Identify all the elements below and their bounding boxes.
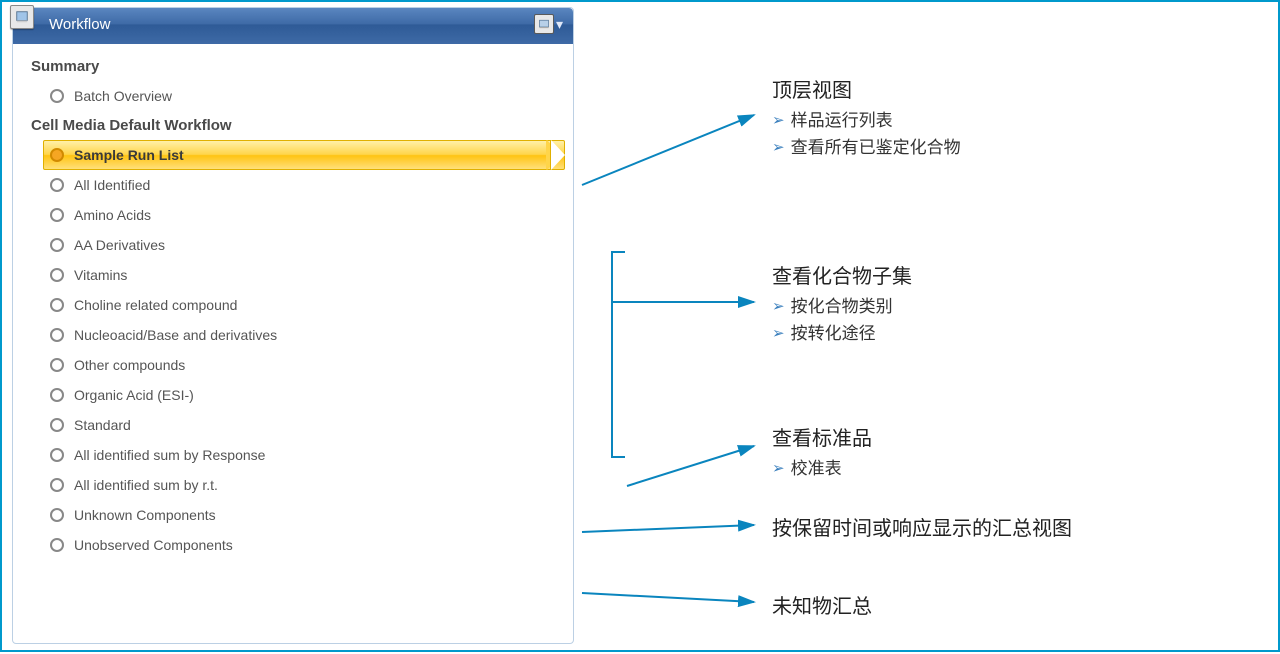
- workflow-item[interactable]: All Identified: [43, 170, 565, 200]
- workflow-item-label: All identified sum by Response: [74, 447, 265, 463]
- annotation-block: 按保留时间或响应显示的汇总视图: [772, 512, 1072, 545]
- workflow-title: Workflow: [49, 16, 110, 33]
- workflow-item-label: Unobserved Components: [74, 537, 233, 553]
- annotation-block: 未知物汇总: [772, 590, 872, 623]
- workflow-item-label: Standard: [74, 417, 131, 433]
- workflow-options-icon[interactable]: [534, 14, 554, 34]
- selected-chevron-icon: [551, 140, 565, 170]
- workflow-item-label: Choline related compound: [74, 297, 237, 313]
- radio-icon: [50, 358, 64, 372]
- dropdown-arrow-icon[interactable]: ▾: [556, 16, 563, 33]
- workflow-item[interactable]: Amino Acids: [43, 200, 565, 230]
- radio-icon: [50, 418, 64, 432]
- workflow-item[interactable]: Batch Overview: [43, 81, 565, 111]
- workflow-item-label: All Identified: [74, 177, 150, 193]
- radio-icon: [50, 388, 64, 402]
- radio-icon: [50, 268, 64, 282]
- annotation-bullet: 样品运行列表: [772, 107, 961, 134]
- radio-icon: [50, 298, 64, 312]
- annotation-bullet: 按转化途径: [772, 320, 912, 347]
- radio-icon: [50, 148, 64, 162]
- workflow-item-label: Nucleoacid/Base and derivatives: [74, 327, 277, 343]
- workflow-item-label: Vitamins: [74, 267, 127, 283]
- workflow-item[interactable]: AA Derivatives: [43, 230, 565, 260]
- radio-icon: [50, 89, 64, 103]
- annotation-block: 查看化合物子集按化合物类别按转化途径: [772, 260, 912, 347]
- radio-icon: [50, 508, 64, 522]
- workflow-item[interactable]: Sample Run List: [43, 140, 565, 170]
- radio-icon: [50, 208, 64, 222]
- workflow-titlebar: Workflow ▾: [13, 8, 573, 44]
- radio-icon: [50, 238, 64, 252]
- radio-icon: [50, 178, 64, 192]
- annotation-title: 查看标准品: [772, 422, 872, 451]
- annotation-title: 按保留时间或响应显示的汇总视图: [772, 512, 1072, 541]
- workflow-item-label: Sample Run List: [74, 147, 184, 163]
- workflow-item-label: All identified sum by r.t.: [74, 477, 218, 493]
- annotation-bullet: 校准表: [772, 455, 872, 482]
- workflow-item[interactable]: Nucleoacid/Base and derivatives: [43, 320, 565, 350]
- annotation-block: 顶层视图样品运行列表查看所有已鉴定化合物: [772, 74, 961, 161]
- annotation-bullet-list: 样品运行列表查看所有已鉴定化合物: [772, 107, 961, 161]
- workflow-item-label: Other compounds: [74, 357, 185, 373]
- radio-icon: [50, 328, 64, 342]
- workflow-item-label: Batch Overview: [74, 88, 172, 104]
- section-header: Cell Media Default Workflow: [31, 111, 565, 140]
- workflow-item-label: Unknown Components: [74, 507, 216, 523]
- workflow-item-label: AA Derivatives: [74, 237, 165, 253]
- radio-icon: [50, 478, 64, 492]
- workflow-app-icon[interactable]: [10, 5, 34, 29]
- radio-icon: [50, 448, 64, 462]
- annotation-bullet: 按化合物类别: [772, 293, 912, 320]
- workflow-item[interactable]: Unknown Components: [43, 500, 565, 530]
- annotation-title: 未知物汇总: [772, 590, 872, 619]
- annotation-bullet: 查看所有已鉴定化合物: [772, 134, 961, 161]
- annotation-title: 查看化合物子集: [772, 260, 912, 289]
- annotation-bullet-list: 校准表: [772, 455, 872, 482]
- workflow-item[interactable]: Standard: [43, 410, 565, 440]
- workflow-item[interactable]: All identified sum by Response: [43, 440, 565, 470]
- annotation-block: 查看标准品校准表: [772, 422, 872, 482]
- workflow-item[interactable]: Other compounds: [43, 350, 565, 380]
- workflow-panel: Workflow ▾ Summary Batch Overview Cell Med…: [12, 7, 574, 644]
- workflow-item[interactable]: Unobserved Components: [43, 530, 565, 560]
- workflow-item-label: Amino Acids: [74, 207, 151, 223]
- workflow-item[interactable]: Choline related compound: [43, 290, 565, 320]
- workflow-item-label: Organic Acid (ESI-): [74, 387, 194, 403]
- workflow-item[interactable]: All identified sum by r.t.: [43, 470, 565, 500]
- workflow-item[interactable]: Vitamins: [43, 260, 565, 290]
- section-header: Summary: [31, 52, 565, 81]
- annotation-bullet-list: 按化合物类别按转化途径: [772, 293, 912, 347]
- radio-icon: [50, 538, 64, 552]
- annotation-title: 顶层视图: [772, 74, 961, 103]
- workflow-item[interactable]: Organic Acid (ESI-): [43, 380, 565, 410]
